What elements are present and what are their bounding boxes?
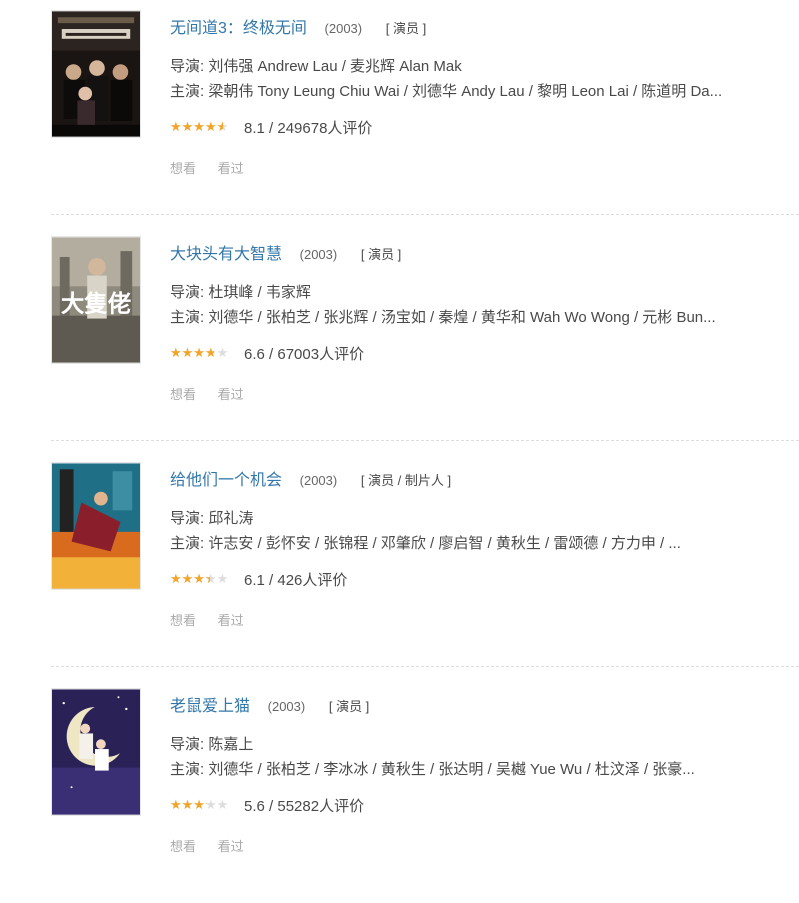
movie-item: 无间道3：终极无间 (2003) [ 演员 ] 导演: 刘伟强 Andrew L… bbox=[0, 0, 799, 225]
want-to-watch-button[interactable]: 想看 bbox=[170, 613, 196, 628]
movie-roles: [ 演员 / 制片人 ] bbox=[360, 473, 452, 488]
movie-poster[interactable] bbox=[51, 688, 141, 816]
movie-poster[interactable]: 大隻佬 bbox=[51, 236, 141, 364]
movie-rating: ★★★★★★★★★★ 5.6 / 55282人评价 bbox=[170, 795, 364, 816]
movie-rating: ★★★★★★★★★★ 6.1 / 426人评价 bbox=[170, 569, 347, 590]
svg-text:大隻佬: 大隻佬 bbox=[61, 290, 131, 318]
movie-year: (2003) bbox=[324, 21, 363, 36]
rating-text: 6.6 / 67003人评价 bbox=[244, 346, 365, 363]
movie-roles: [ 演员 ] bbox=[328, 699, 370, 714]
movie-year: (2003) bbox=[299, 247, 338, 262]
movie-item: 大隻佬 大块头有大智慧 (2003) [ 演员 ] 导演: 杜琪峰 / 韦家辉 … bbox=[0, 226, 799, 451]
title-row: 无间道3：终极无间 (2003) [ 演员 ] bbox=[170, 14, 426, 38]
movie-title-link[interactable]: 老鼠爱上猫 bbox=[170, 698, 250, 715]
poster-cat-and-mouse-image bbox=[52, 689, 140, 815]
movie-item: 老鼠爱上猫 (2003) [ 演员 ] 导演: 陈嘉上 主演: 刘德华 / 张柏… bbox=[0, 678, 799, 903]
movie-year: (2003) bbox=[267, 699, 306, 714]
movie-actions: 想看 看过 bbox=[170, 384, 262, 403]
movie-actions: 想看 看过 bbox=[170, 158, 262, 177]
rating-stars-icon: ★★★★★★★★★★ bbox=[170, 118, 229, 134]
movie-cast: 主演: 刘德华 / 张柏芝 / 张兆辉 / 汤宝如 / 秦煌 / 黄华和 Wah… bbox=[170, 309, 716, 326]
want-to-watch-button[interactable]: 想看 bbox=[170, 839, 196, 854]
want-to-watch-button[interactable]: 想看 bbox=[170, 387, 196, 402]
rating-stars-icon: ★★★★★★★★★★ bbox=[170, 796, 229, 812]
movie-year: (2003) bbox=[299, 473, 338, 488]
watched-button[interactable]: 看过 bbox=[218, 839, 244, 854]
rating-stars-icon: ★★★★★★★★★★ bbox=[170, 570, 229, 586]
watched-button[interactable]: 看过 bbox=[218, 613, 244, 628]
movie-item: 给他们一个机会 (2003) [ 演员 / 制片人 ] 导演: 邱礼涛 主演: … bbox=[0, 452, 799, 677]
divider bbox=[51, 214, 799, 215]
rating-text: 5.6 / 55282人评价 bbox=[244, 798, 365, 815]
movie-title-link[interactable]: 大块头有大智慧 bbox=[170, 246, 282, 263]
movie-poster[interactable] bbox=[51, 462, 141, 590]
movie-rating: ★★★★★ ★★★★★ 8.1 / 249678人评价 bbox=[170, 117, 372, 138]
movie-directors: 导演: 杜琪峰 / 韦家辉 bbox=[170, 284, 311, 301]
movie-title-link[interactable]: 给他们一个机会 bbox=[170, 472, 282, 489]
title-row: 给他们一个机会 (2003) [ 演员 / 制片人 ] bbox=[170, 466, 451, 490]
movie-cast: 主演: 梁朝伟 Tony Leung Chiu Wai / 刘德华 Andy L… bbox=[170, 83, 723, 100]
poster-give-them-a-chance-image bbox=[52, 463, 140, 589]
rating-stars-icon: ★★★★★★★★★★ bbox=[170, 344, 229, 360]
title-row: 大块头有大智慧 (2003) [ 演员 ] bbox=[170, 240, 401, 264]
movie-title-link[interactable]: 无间道3：终极无间 bbox=[170, 20, 307, 37]
watched-button[interactable]: 看过 bbox=[218, 387, 244, 402]
movie-actions: 想看 看过 bbox=[170, 610, 262, 629]
movie-directors: 导演: 陈嘉上 bbox=[170, 736, 254, 753]
want-to-watch-button[interactable]: 想看 bbox=[170, 161, 196, 176]
rating-text: 8.1 / 249678人评价 bbox=[244, 120, 373, 137]
movie-actions: 想看 看过 bbox=[170, 836, 262, 855]
title-row: 老鼠爱上猫 (2003) [ 演员 ] bbox=[170, 692, 369, 716]
divider bbox=[51, 666, 799, 667]
movie-rating: ★★★★★★★★★★ 6.6 / 67003人评价 bbox=[170, 343, 364, 364]
movie-roles: [ 演员 ] bbox=[360, 247, 402, 262]
divider bbox=[51, 440, 799, 441]
movie-directors: 导演: 邱礼涛 bbox=[170, 510, 254, 527]
watched-button[interactable]: 看过 bbox=[218, 161, 244, 176]
poster-infernal-affairs-3-image bbox=[52, 11, 140, 137]
movie-directors: 导演: 刘伟强 Andrew Lau / 麦兆辉 Alan Mak bbox=[170, 58, 462, 75]
movie-poster[interactable] bbox=[51, 10, 141, 138]
movie-roles: [ 演员 ] bbox=[385, 21, 427, 36]
poster-running-on-karma-image: 大隻佬 bbox=[52, 237, 140, 363]
rating-text: 6.1 / 426人评价 bbox=[244, 572, 348, 589]
movie-cast: 主演: 许志安 / 彭怀安 / 张锦程 / 邓肇欣 / 廖启智 / 黄秋生 / … bbox=[170, 535, 681, 552]
movie-cast: 主演: 刘德华 / 张柏芝 / 李冰冰 / 黄秋生 / 张达明 / 吴樾 Yue… bbox=[170, 761, 695, 778]
